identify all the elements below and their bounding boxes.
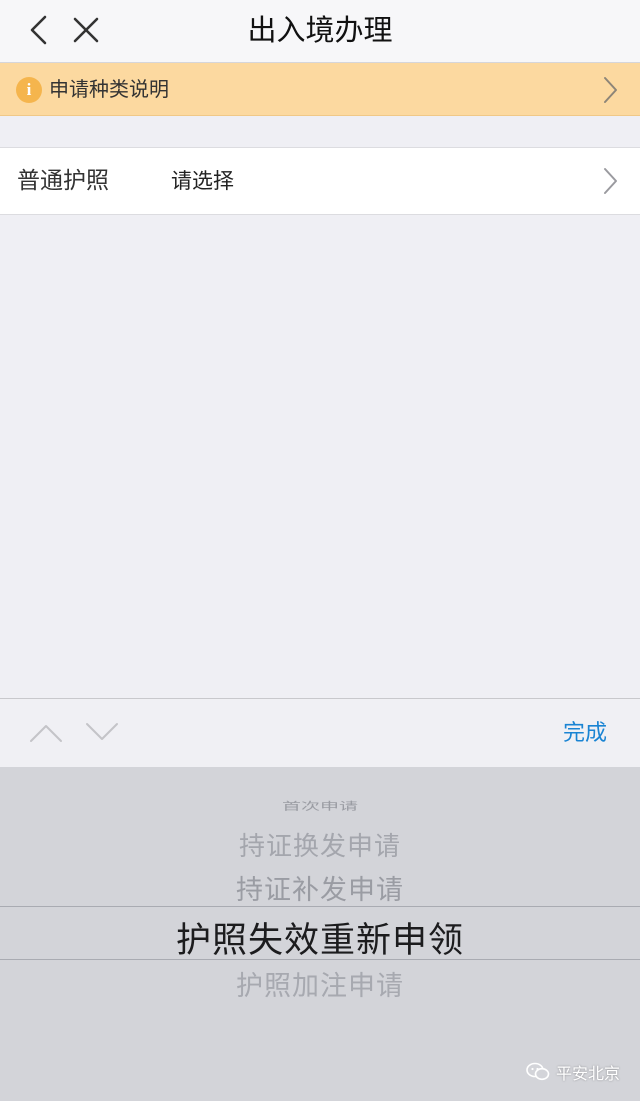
done-button[interactable]: 完成 <box>563 699 607 768</box>
picker-option[interactable]: 持证补发申请 <box>0 868 640 907</box>
picker-option[interactable]: 首次申请 <box>0 798 640 813</box>
picker-option[interactable]: 持证换发申请 <box>0 826 640 863</box>
chevron-down-icon <box>86 723 118 740</box>
info-icon: i <box>16 77 42 103</box>
application-type-notice[interactable]: i 申请种类说明 <box>0 63 640 116</box>
wechat-icon <box>526 1062 550 1081</box>
next-field-button[interactable] <box>84 717 120 751</box>
previous-field-button[interactable] <box>28 717 64 751</box>
picker-option[interactable]: 护照加注申请 <box>0 964 640 1003</box>
passport-type-select[interactable]: 普通护照 请选择 <box>0 147 640 215</box>
chevron-right-icon <box>604 77 617 103</box>
watermark-text: 平安北京 <box>555 1064 620 1083</box>
watermark: 平安北京 <box>526 1060 620 1084</box>
chevron-right-icon <box>604 168 617 194</box>
page-title: 出入境办理 <box>247 13 393 47</box>
chevron-up-icon <box>30 725 62 742</box>
nav-bar: 出入境办理 <box>0 0 640 63</box>
picker-toolbar: 完成 <box>0 698 640 768</box>
picker-option-selected[interactable]: 护照失效重新申领 <box>0 912 640 963</box>
field-label: 普通护照 <box>17 168 109 194</box>
notice-label: 申请种类说明 <box>49 77 169 101</box>
field-value: 请选择 <box>171 169 234 193</box>
